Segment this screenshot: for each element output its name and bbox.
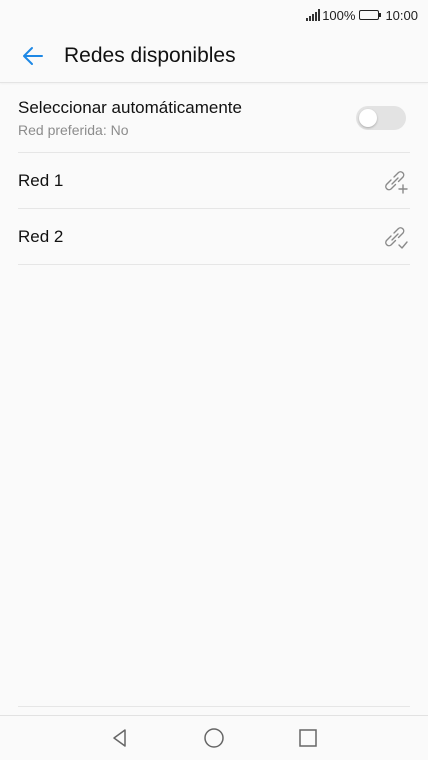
network-name: Red 2 [18,226,64,246]
network-item-red-2[interactable]: Red 2 [18,209,410,265]
screen: 100% 10:00 Redes disponibles Seleccionar… [0,0,428,760]
navigation-bar [0,715,428,760]
signal-icon [306,9,321,21]
nav-recents-button[interactable] [296,726,320,750]
battery-percent: 100% [322,7,356,23]
auto-select-label: Seleccionar automáticamente [18,98,242,117]
auto-select-row[interactable]: Seleccionar automáticamente Red preferid… [18,84,410,153]
nav-back-button[interactable] [108,726,132,750]
nav-home-button[interactable] [202,726,226,750]
link-check-icon [380,222,410,252]
network-item-red-1[interactable]: Red 1 [18,153,410,209]
auto-select-text: Seleccionar automáticamente Red preferid… [18,98,242,138]
nav-back-icon [113,729,126,747]
battery-icon [359,10,382,20]
nav-recents-icon [299,729,317,747]
divider [18,706,410,707]
page-title: Redes disponibles [64,44,236,67]
status-bar: 100% 10:00 [0,0,428,30]
preferred-network-subtitle: Red preferida: No [18,122,129,138]
app-bar: Redes disponibles [0,30,428,83]
clock: 10:00 [385,7,418,23]
network-list: Seleccionar automáticamente Red preferid… [18,84,410,265]
nav-home-icon [204,728,224,748]
back-arrow-icon [23,47,43,65]
network-name: Red 1 [18,170,64,190]
toggle-knob [359,109,377,127]
link-add-icon [380,166,410,196]
auto-select-toggle[interactable] [356,106,406,130]
back-button[interactable] [16,39,50,73]
